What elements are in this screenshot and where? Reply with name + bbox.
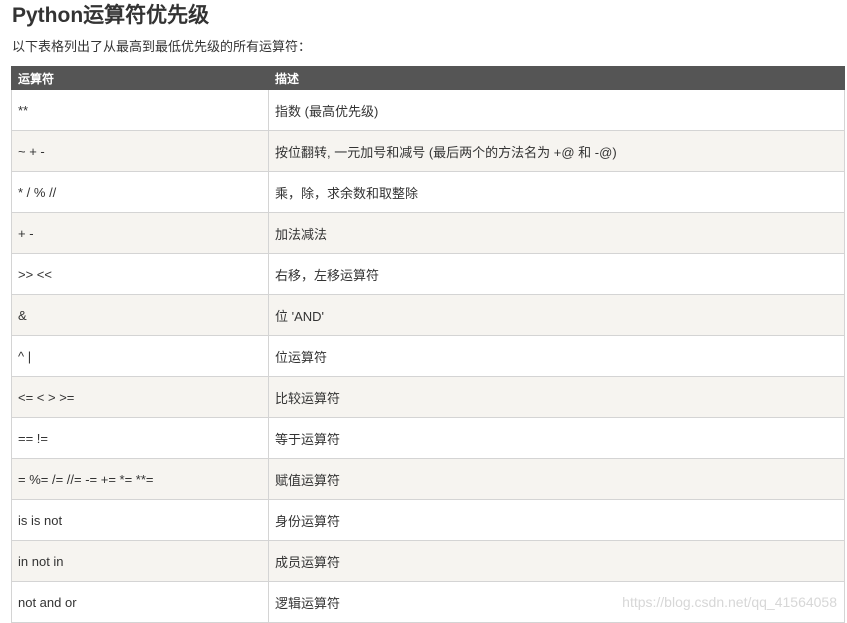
table-row: is is not 身份运算符 <box>11 499 845 541</box>
description-cell: 身份运算符 <box>268 499 845 541</box>
operator-precedence-table: 运算符 描述 ** 指数 (最高优先级) ~ + - 按位翻转, 一元加号和减号… <box>11 66 845 623</box>
table-header-row: 运算符 描述 <box>11 66 845 90</box>
page-title: Python运算符优先级 <box>12 4 210 27</box>
description-cell: 赋值运算符 <box>268 458 845 500</box>
table-row: ^ | 位运算符 <box>11 335 845 377</box>
operator-cell: not and or <box>11 581 269 623</box>
operator-cell: in not in <box>11 540 269 582</box>
intro-text: 以下表格列出了从最高到最低优先级的所有运算符： <box>12 39 312 54</box>
description-cell: 加法减法 <box>268 212 845 254</box>
table-row: ** 指数 (最高优先级) <box>11 89 845 131</box>
operator-cell: ^ | <box>11 335 269 377</box>
table-row: in not in 成员运算符 <box>11 540 845 582</box>
operator-cell: + - <box>11 212 269 254</box>
table-row: >> << 右移，左移运算符 <box>11 253 845 295</box>
table-row: <= < > >= 比较运算符 <box>11 376 845 418</box>
operator-cell: >> << <box>11 253 269 295</box>
operator-cell: ** <box>11 89 269 131</box>
operator-cell: is is not <box>11 499 269 541</box>
operator-cell: & <box>11 294 269 336</box>
table-row: == != 等于运算符 <box>11 417 845 459</box>
operator-cell: = %= /= //= -= += *= **= <box>11 458 269 500</box>
operator-cell: ~ + - <box>11 130 269 172</box>
header-description: 描述 <box>268 66 845 90</box>
operator-cell: == != <box>11 417 269 459</box>
description-cell: 成员运算符 <box>268 540 845 582</box>
table-row: not and or 逻辑运算符 <box>11 581 845 623</box>
description-cell: 位运算符 <box>268 335 845 377</box>
operator-cell: <= < > >= <box>11 376 269 418</box>
header-operator: 运算符 <box>11 66 269 90</box>
table-row: + - 加法减法 <box>11 212 845 254</box>
description-cell: 比较运算符 <box>268 376 845 418</box>
description-cell: 逻辑运算符 <box>268 581 845 623</box>
description-cell: 按位翻转, 一元加号和减号 (最后两个的方法名为 +@ 和 -@) <box>268 130 845 172</box>
description-cell: 指数 (最高优先级) <box>268 89 845 131</box>
description-cell: 乘，除，求余数和取整除 <box>268 171 845 213</box>
description-cell: 等于运算符 <box>268 417 845 459</box>
table-row: = %= /= //= -= += *= **= 赋值运算符 <box>11 458 845 500</box>
table-row: ~ + - 按位翻转, 一元加号和减号 (最后两个的方法名为 +@ 和 -@) <box>11 130 845 172</box>
operator-cell: * / % // <box>11 171 269 213</box>
description-cell: 位 'AND' <box>268 294 845 336</box>
description-cell: 右移，左移运算符 <box>268 253 845 295</box>
table-row: * / % // 乘，除，求余数和取整除 <box>11 171 845 213</box>
table-row: & 位 'AND' <box>11 294 845 336</box>
